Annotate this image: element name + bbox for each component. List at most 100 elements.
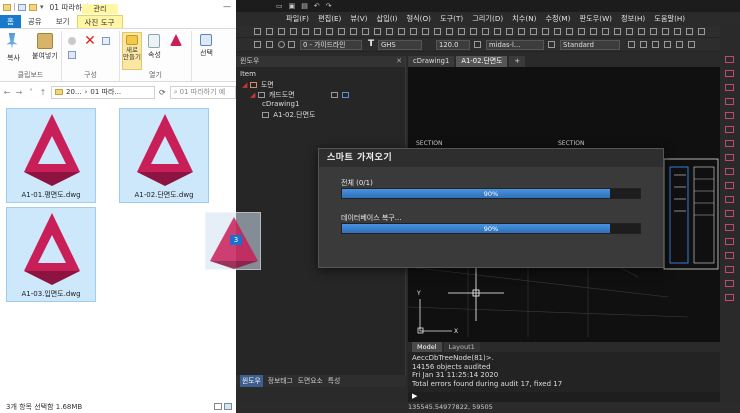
layer-tool-icon[interactable]	[542, 28, 549, 35]
file-item[interactable]: A1-03.입면도.dwg	[6, 207, 96, 302]
copy-tool-icon[interactable]	[350, 28, 357, 35]
insert-tool-icon[interactable]	[530, 28, 537, 35]
copy-button[interactable]: 복사	[7, 53, 20, 63]
new-tab-button[interactable]: +	[509, 56, 526, 67]
xref-tool-icon[interactable]	[614, 28, 621, 35]
back-arrow-icon[interactable]: ←	[3, 88, 11, 97]
tree-item-drawings[interactable]: ◢ 도면	[242, 80, 274, 90]
polyline-tool-icon[interactable]	[266, 28, 273, 35]
dyn-icon[interactable]	[725, 154, 734, 161]
move-tool-icon[interactable]	[338, 28, 345, 35]
layer-combo[interactable]: 0 - 가이드라인	[300, 40, 362, 50]
mirror-tool-icon[interactable]	[386, 28, 393, 35]
menu-dimension[interactable]: 치수(N)	[512, 14, 536, 24]
panel-list-icon[interactable]	[342, 92, 350, 98]
menu-insert[interactable]: 삽입(I)	[376, 14, 397, 24]
array-tool-icon[interactable]	[458, 28, 465, 35]
pan-tool-icon[interactable]	[590, 28, 597, 35]
tpy-icon[interactable]	[725, 182, 734, 189]
lightbulb-icon[interactable]	[278, 41, 285, 48]
forward-arrow-icon[interactable]: →	[15, 88, 23, 97]
tree-item-section[interactable]: A1-02.단면도	[262, 110, 315, 120]
dimension-style-combo[interactable]: midas-l...	[486, 40, 544, 50]
explode-tool-icon[interactable]	[470, 28, 477, 35]
hardware-accel-icon[interactable]	[725, 280, 734, 287]
recover-tool-icon[interactable]	[674, 28, 681, 35]
scale-tool-icon[interactable]	[374, 28, 381, 35]
panel-view-icon[interactable]	[330, 92, 338, 98]
menu-info[interactable]: 정보(H)	[621, 14, 645, 24]
isolate-icon[interactable]	[725, 266, 734, 273]
offset-tool-icon[interactable]	[398, 28, 405, 35]
open-button[interactable]	[170, 34, 182, 48]
lweight-icon[interactable]	[725, 168, 734, 175]
measure-tool-icon[interactable]	[566, 28, 573, 35]
ducs-icon[interactable]	[725, 140, 734, 147]
expand-icon[interactable]: ◢	[250, 91, 255, 99]
circle-tool-icon[interactable]	[290, 28, 297, 35]
tab-model[interactable]: Model	[412, 342, 442, 352]
menu-format[interactable]: 형식(O)	[406, 14, 431, 24]
transparency-icon[interactable]	[676, 41, 683, 48]
tab-properties[interactable]: 특성	[328, 375, 341, 387]
menu-file[interactable]: 파일(F)	[286, 14, 309, 24]
hatch-tool-icon[interactable]	[314, 28, 321, 35]
print-icon[interactable]: ▤	[301, 2, 308, 10]
lineweight-icon[interactable]	[640, 41, 647, 48]
undo-icon[interactable]: ↶	[314, 2, 320, 10]
polar-icon[interactable]	[725, 98, 734, 105]
copy-path-icon[interactable]	[68, 51, 76, 59]
color-icon[interactable]	[652, 41, 659, 48]
rectangle-tool-icon[interactable]	[302, 28, 309, 35]
address-field[interactable]: 20... › 01 따라...	[51, 85, 155, 99]
search-input[interactable]: ⌕ 01 따라하기 예	[169, 85, 236, 99]
select-button[interactable]: 선택	[200, 34, 213, 58]
chamfer-tool-icon[interactable]	[446, 28, 453, 35]
linetype-icon[interactable]	[628, 41, 635, 48]
menu-tools[interactable]: 도구(T)	[440, 14, 463, 24]
audit-tool-icon[interactable]	[662, 28, 669, 35]
refresh-icon[interactable]: ⟳	[159, 88, 166, 97]
quick-select-icon[interactable]	[688, 41, 695, 48]
dimension-tool-icon[interactable]	[482, 28, 489, 35]
line-tool-icon[interactable]	[254, 28, 261, 35]
recent-chevron-icon[interactable]: ˅	[27, 88, 35, 97]
tab-drawing-elements[interactable]: 도면요소	[298, 375, 323, 387]
plot-style-icon[interactable]	[664, 41, 671, 48]
layer-manager-icon[interactable]	[254, 41, 261, 48]
doc-tab-section[interactable]: A1-02.단면도	[456, 56, 508, 67]
save-icon[interactable]: ▣	[289, 2, 296, 10]
rename-icon[interactable]	[102, 37, 110, 45]
otrack-icon[interactable]	[725, 126, 734, 133]
breadcrumb-2[interactable]: 01 따라...	[90, 87, 121, 97]
up-arrow-icon[interactable]: ↑	[39, 88, 47, 97]
grid-icon[interactable]	[725, 70, 734, 77]
dimension-style-icon[interactable]	[474, 41, 481, 48]
trim-tool-icon[interactable]	[410, 28, 417, 35]
close-panel-icon[interactable]: ✕	[396, 56, 402, 67]
layer-state-icon[interactable]	[266, 41, 273, 48]
tab-share[interactable]: 공유	[21, 15, 49, 28]
purge-tool-icon[interactable]	[650, 28, 657, 35]
leader-tool-icon[interactable]	[494, 28, 501, 35]
menu-window[interactable]: 판도우(W)	[579, 14, 612, 24]
file-item[interactable]: A1-02.단면도.dwg	[119, 108, 209, 203]
details-view-icon[interactable]	[214, 403, 222, 410]
annotation-icon[interactable]	[725, 238, 734, 245]
tab-home[interactable]: 홈	[0, 15, 21, 28]
zoom-tool-icon[interactable]	[578, 28, 585, 35]
tab-picture-tools[interactable]: 사진 도구	[76, 15, 123, 28]
table-style-combo[interactable]: Standard	[560, 40, 620, 50]
customize-qat-icon[interactable]: ▾	[40, 3, 44, 11]
osnap-icon[interactable]	[725, 112, 734, 119]
menu-draw[interactable]: 그리기(D)	[472, 14, 503, 24]
regen-tool-icon[interactable]	[602, 28, 609, 35]
new-folder-icon[interactable]	[29, 3, 37, 11]
plot-tool-icon[interactable]	[638, 28, 645, 35]
expand-icon[interactable]: ◢	[242, 81, 247, 89]
table-tool-icon[interactable]	[506, 28, 513, 35]
large-icons-view-icon[interactable]	[224, 403, 232, 410]
workspace-icon[interactable]	[725, 252, 734, 259]
match-properties-icon[interactable]	[554, 28, 561, 35]
properties-button[interactable]: 속성	[148, 34, 161, 60]
